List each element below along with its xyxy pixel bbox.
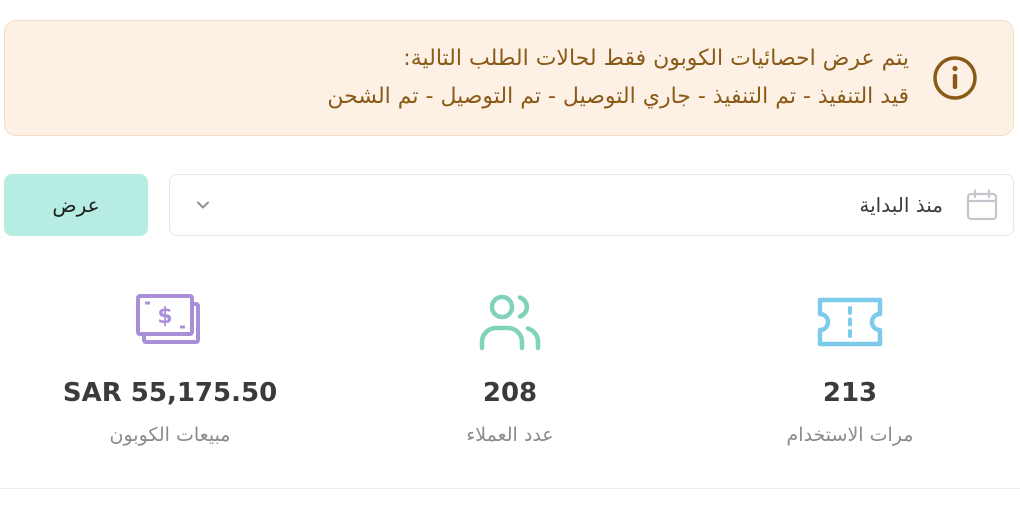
stat-usage-count: 213 مرات الاستخدام xyxy=(680,280,1020,460)
alert-line-2: قيد التنفيذ - تم التنفيذ - جاري التوصيل … xyxy=(327,84,909,109)
stat-label: مرات الاستخدام xyxy=(786,424,914,446)
period-select[interactable]: منذ البداية xyxy=(169,174,1014,236)
alert-message: يتم عرض احصائيات الكوبون فقط لحالات الطل… xyxy=(327,40,909,116)
money-icon: $ xyxy=(136,294,200,344)
calendar-icon xyxy=(966,189,998,221)
svg-text:$: $ xyxy=(157,304,172,329)
stat-value: SAR 55,175.50 xyxy=(62,378,278,408)
alert-line-1: يتم عرض احصائيات الكوبون فقط لحالات الطل… xyxy=(403,46,909,71)
show-button[interactable]: عرض xyxy=(4,174,148,236)
stat-value: 208 xyxy=(482,378,538,408)
divider xyxy=(0,488,1020,489)
stat-label: مبيعات الكوبون xyxy=(109,424,231,446)
filter-bar: عرض منذ البداية xyxy=(4,174,1014,236)
info-icon xyxy=(933,56,977,100)
ticket-icon xyxy=(817,297,883,347)
stats-row: 213 مرات الاستخدام 208 عدد العملاء $ SAR… xyxy=(0,280,1020,460)
users-icon xyxy=(479,294,541,351)
stat-label: عدد العملاء xyxy=(466,424,554,446)
coupon-stats-page: يتم عرض احصائيات الكوبون فقط لحالات الطل… xyxy=(0,0,1020,507)
order-status-alert: يتم عرض احصائيات الكوبون فقط لحالات الطل… xyxy=(4,20,1014,136)
chevron-down-icon xyxy=(197,201,209,209)
stat-coupon-sales: $ SAR 55,175.50 مبيعات الكوبون xyxy=(0,280,340,460)
period-value: منذ البداية xyxy=(859,193,943,217)
stat-value: 213 xyxy=(822,378,878,408)
stat-customers-count: 208 عدد العملاء xyxy=(340,280,680,460)
